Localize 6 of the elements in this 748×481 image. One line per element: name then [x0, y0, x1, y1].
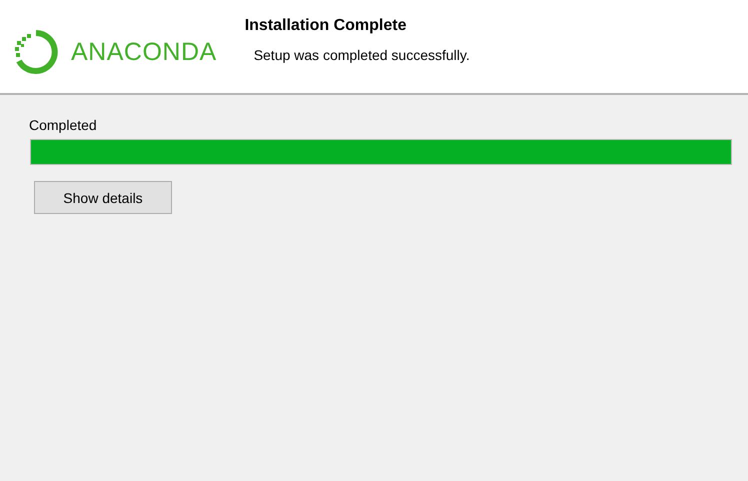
progress-label: Completed [29, 117, 97, 133]
logo-icon [13, 29, 59, 75]
dialog-subtitle: Setup was completed successfully. [254, 47, 470, 63]
show-details-button[interactable]: Show details [34, 181, 172, 214]
dialog-title: Installation Complete [244, 17, 408, 35]
logo-text: ANACONDA [71, 38, 217, 66]
